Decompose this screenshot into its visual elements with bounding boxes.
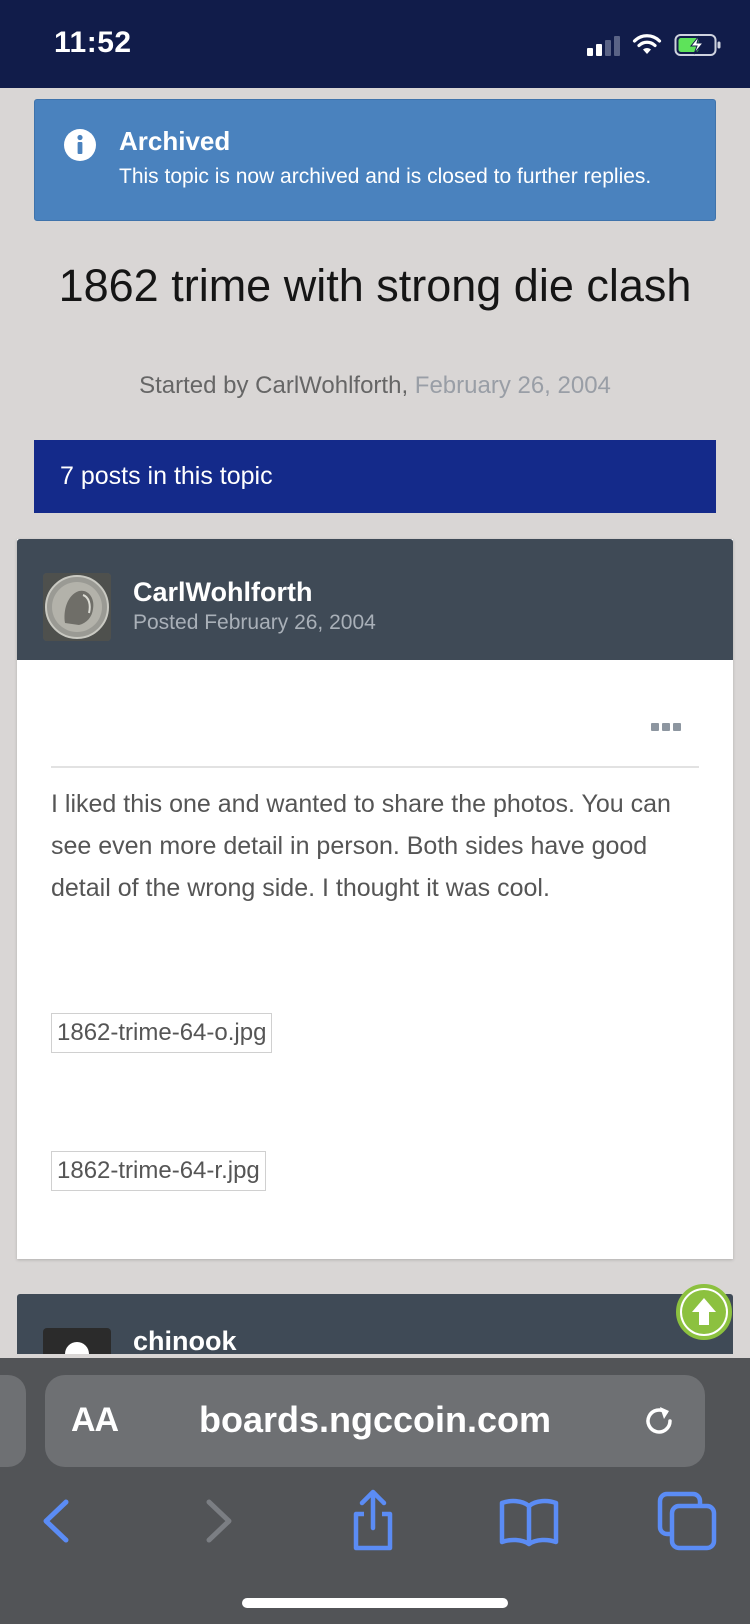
topic-author-link[interactable]: CarlWohlforth <box>255 372 401 399</box>
post-text: I liked this one and wanted to share the… <box>51 790 671 902</box>
reload-icon[interactable] <box>639 1401 679 1441</box>
topic-date: February 26, 2004 <box>414 372 611 399</box>
post-author-name[interactable]: chinook <box>133 1326 237 1354</box>
status-time: 11:52 <box>54 26 132 59</box>
tabs-icon[interactable] <box>652 1486 722 1556</box>
back-icon[interactable] <box>22 1486 92 1556</box>
scroll-to-top-button[interactable] <box>676 1284 732 1340</box>
started-by-label: Started by <box>139 372 256 399</box>
avatar[interactable] <box>43 573 111 641</box>
arrow-up-icon <box>682 1290 726 1334</box>
archived-text: This topic is now archived and is closed… <box>119 165 652 188</box>
browser-nav-row <box>0 1486 750 1556</box>
status-bar: 11:52 <box>0 0 750 88</box>
page-title: 1862 trime with strong die clash <box>58 260 692 311</box>
post-header: CarlWohlforth Posted February 26, 2004 <box>17 539 733 660</box>
topic-meta-separator: , <box>401 372 409 399</box>
post-date: Posted February 26, 2004 <box>133 611 376 634</box>
attachment-link[interactable]: 1862-trime-64-o.jpg <box>51 1013 273 1053</box>
info-icon <box>64 129 96 161</box>
address-bar[interactable]: AA boards.ngccoin.com <box>45 1375 705 1467</box>
archived-notice: Archived This topic is now archived and … <box>34 99 716 221</box>
avatar[interactable] <box>43 1328 111 1354</box>
wifi-icon <box>632 34 662 54</box>
bookmarks-icon[interactable] <box>494 1486 564 1556</box>
coin-avatar-icon <box>43 573 111 641</box>
browser-toolbar: AA boards.ngccoin.com <box>0 1358 750 1624</box>
next-post-header: chinook <box>17 1294 733 1354</box>
home-indicator <box>242 1598 508 1608</box>
forward-icon[interactable] <box>183 1486 253 1556</box>
post-author-name[interactable]: CarlWohlforth <box>133 577 312 608</box>
status-icons <box>587 30 722 60</box>
topic-meta: Started by CarlWohlforth, February 26, 2… <box>34 372 716 400</box>
post-card: CarlWohlforth Posted February 26, 2004 I… <box>17 539 733 1259</box>
share-icon[interactable] <box>338 1486 408 1556</box>
attachment-link[interactable]: 1862-trime-64-r.jpg <box>51 1151 266 1191</box>
url-text[interactable]: boards.ngccoin.com <box>45 1399 705 1441</box>
divider <box>51 766 699 768</box>
posts-count-bar: 7 posts in this topic <box>34 440 716 513</box>
more-options-icon[interactable] <box>651 723 681 735</box>
archived-title: Archived <box>119 126 231 156</box>
battery-charging-icon <box>674 34 721 56</box>
cellular-signal-icon <box>587 34 620 56</box>
previous-tab-edge[interactable] <box>0 1375 26 1467</box>
